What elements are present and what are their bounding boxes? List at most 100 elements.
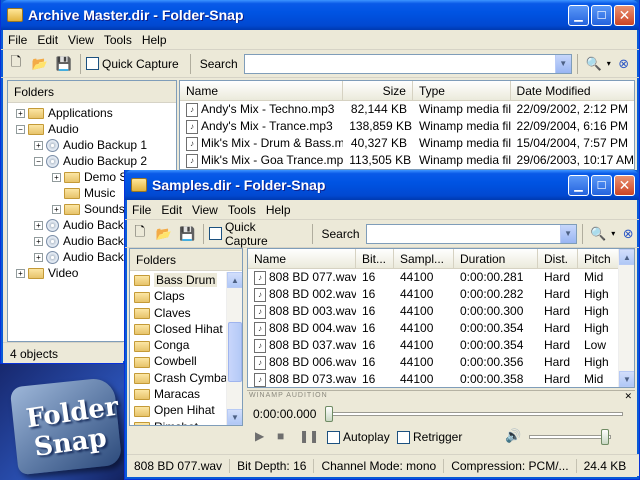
expand-icon[interactable]: +: [52, 205, 61, 215]
menu-help[interactable]: Help: [261, 203, 296, 217]
volume-icon[interactable]: 🔊: [505, 428, 521, 444]
cell-text: 16: [362, 338, 376, 352]
folder-snap-app-icon: [7, 8, 23, 22]
column-header-name[interactable]: Name: [180, 81, 344, 100]
close-button[interactable]: ✕: [614, 4, 635, 26]
archive-titlebar[interactable]: Archive Master.dir - Folder-Snap ▁ ☐ ✕: [1, 0, 639, 30]
table-row[interactable]: ♪ Andy's Mix - Trance.mp3 138,859 KB Winamp…: [180, 118, 634, 135]
search-dropdown-icon[interactable]: ▼: [559, 224, 576, 243]
menu-tools[interactable]: Tools: [223, 203, 261, 217]
maximize-button[interactable]: ☐: [591, 4, 612, 26]
menu-file[interactable]: File: [3, 33, 32, 47]
menu-help[interactable]: Help: [137, 33, 172, 47]
column-header-size[interactable]: Size: [343, 81, 413, 100]
menu-tools[interactable]: Tools: [99, 33, 137, 47]
table-row[interactable]: ♪ 808 BD 037.wav 16 44100 0:00:00.354 Hard Low: [248, 337, 634, 354]
retrigger-checkbox[interactable]: Retrigger: [397, 430, 462, 445]
toolbar-separator: [576, 53, 578, 74]
new-icon[interactable]: 🗋: [129, 223, 151, 245]
collapse-icon[interactable]: −: [16, 125, 25, 135]
table-row[interactable]: ♪ 808 BD 002.wav 16 44100 0:00:00.282 Hard Hig…: [248, 286, 634, 303]
tree-item[interactable]: − Audio Backup 2: [16, 153, 176, 169]
sample-folder-label: Claps: [154, 289, 185, 304]
pause-icon[interactable]: ❚❚: [299, 429, 319, 443]
status-bit-depth: Bit Depth: 16: [230, 458, 315, 473]
archive-window-title: Archive Master.dir - Folder-Snap: [28, 7, 244, 23]
column-header-date[interactable]: Date Modified: [511, 81, 634, 100]
expand-icon[interactable]: +: [34, 141, 43, 151]
table-row[interactable]: ♪ 808 BD 004.wav 16 44100 0:00:00.354 Hard Hig…: [248, 320, 634, 337]
minimize-button[interactable]: ▁: [568, 174, 589, 196]
column-header-bit-depth[interactable]: Bit...: [356, 249, 394, 268]
scroll-up-icon[interactable]: ▲: [227, 272, 242, 288]
search-input[interactable]: ▼: [365, 223, 577, 244]
column-header-pitch[interactable]: Pitch: [578, 249, 620, 268]
play-icon[interactable]: ▶: [255, 429, 264, 443]
expand-icon[interactable]: +: [16, 109, 25, 119]
scroll-down-icon[interactable]: ▼: [619, 371, 634, 387]
scroll-up-icon[interactable]: ▲: [619, 249, 634, 265]
seek-thumb[interactable]: [325, 406, 333, 422]
quick-capture-checkbox[interactable]: Quick Capture: [86, 57, 179, 71]
cell-text: 0:00:00.281: [460, 270, 524, 284]
table-row[interactable]: ♪ Mik's Mix - Goa Trance.mp3 113,505 KB Win…: [180, 152, 634, 169]
search-options-chevron-icon[interactable]: ▾: [611, 229, 615, 238]
expand-icon[interactable]: +: [34, 237, 43, 247]
tree-item-label: Applications: [48, 106, 113, 120]
tree-item[interactable]: + Audio Backup 1: [16, 137, 176, 153]
seek-track[interactable]: [327, 412, 623, 416]
volume-thumb[interactable]: [601, 429, 609, 445]
collapse-icon[interactable]: −: [34, 157, 43, 167]
stop-icon[interactable]: ■: [277, 429, 284, 443]
column-header-type[interactable]: Type: [413, 81, 511, 100]
column-header-name[interactable]: Name: [248, 249, 356, 268]
search-options-chevron-icon[interactable]: ▾: [607, 59, 611, 68]
new-icon[interactable]: 🗋: [5, 53, 27, 75]
save-icon[interactable]: 💾: [176, 223, 198, 245]
tree-item[interactable]: + Applications: [16, 105, 176, 121]
scroll-thumb[interactable]: [228, 322, 242, 382]
table-row[interactable]: ♪ 808 BD 073.wav 16 44100 0:00:00.358 Hard Mid: [248, 371, 634, 387]
table-row[interactable]: ♪ Andy's Mix - Techno.mp3 82,144 KB Winamp …: [180, 101, 634, 118]
menu-edit[interactable]: Edit: [32, 33, 63, 47]
toolbar-separator: [203, 223, 205, 244]
column-header-distortion[interactable]: Dist.: [538, 249, 578, 268]
save-icon[interactable]: 💾: [53, 53, 75, 75]
quick-capture-checkbox[interactable]: Quick Capture: [209, 220, 300, 248]
table-row[interactable]: ♪ 808 BD 077.wav 16 44100 0:00:00.281 Hard Mid: [248, 269, 634, 286]
autoplay-checkbox[interactable]: Autoplay: [327, 430, 390, 445]
table-row[interactable]: ♪ Mik's Mix - Drum & Bass.mp3 40,327 KB Win…: [180, 135, 634, 152]
search-icon[interactable]: 🔍: [588, 223, 610, 245]
minimize-button[interactable]: ▁: [568, 4, 589, 26]
menu-view[interactable]: View: [63, 33, 99, 47]
maximize-button[interactable]: ☐: [591, 174, 612, 196]
search-dropdown-icon[interactable]: ▼: [554, 54, 571, 73]
status-compression: Compression: PCM/...: [444, 458, 577, 473]
samples-list-scrollbar[interactable]: ▲ ▼: [618, 249, 634, 387]
collapse-panel-icon[interactable]: ⊗: [613, 53, 635, 75]
open-folder-icon[interactable]: 📂: [153, 223, 175, 245]
expand-icon[interactable]: +: [34, 253, 43, 263]
table-row[interactable]: ♪ 808 BD 003.wav 16 44100 0:00:00.300 Hard Hig…: [248, 303, 634, 320]
samples-titlebar[interactable]: Samples.dir - Folder-Snap ▁ ☐ ✕: [125, 170, 639, 200]
volume-track[interactable]: [529, 435, 611, 439]
menu-edit[interactable]: Edit: [156, 203, 187, 217]
search-input[interactable]: ▼: [243, 53, 572, 74]
menu-file[interactable]: File: [127, 203, 156, 217]
folders-scrollbar[interactable]: ▲ ▼: [226, 272, 242, 425]
tree-item[interactable]: − Audio: [16, 121, 176, 137]
search-icon[interactable]: 🔍: [583, 53, 605, 75]
player-close-icon[interactable]: ✕: [624, 391, 632, 402]
open-folder-icon[interactable]: 📂: [29, 53, 51, 75]
collapse-panel-icon[interactable]: ⊗: [617, 223, 639, 245]
column-header-duration[interactable]: Duration: [454, 249, 538, 268]
close-button[interactable]: ✕: [614, 174, 635, 196]
scroll-down-icon[interactable]: ▼: [227, 409, 242, 425]
expand-icon[interactable]: +: [34, 221, 43, 231]
expand-icon[interactable]: +: [16, 269, 25, 279]
column-header-sample-rate[interactable]: Sampl...: [394, 249, 454, 268]
menu-view[interactable]: View: [187, 203, 223, 217]
folder-icon: [28, 108, 44, 120]
table-row[interactable]: ♪ 808 BD 006.wav 16 44100 0:00:00.356 Hard Hig…: [248, 354, 634, 371]
expand-icon[interactable]: +: [52, 173, 61, 183]
